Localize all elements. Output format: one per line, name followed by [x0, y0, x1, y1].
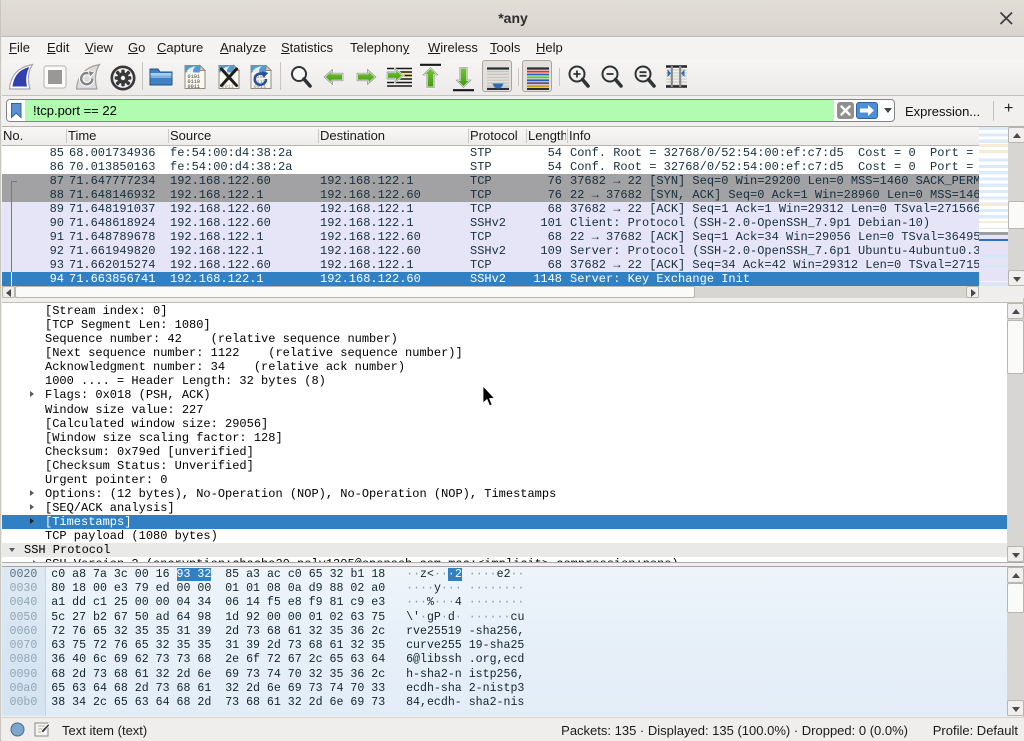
svg-text:0011: 0011: [188, 84, 200, 90]
